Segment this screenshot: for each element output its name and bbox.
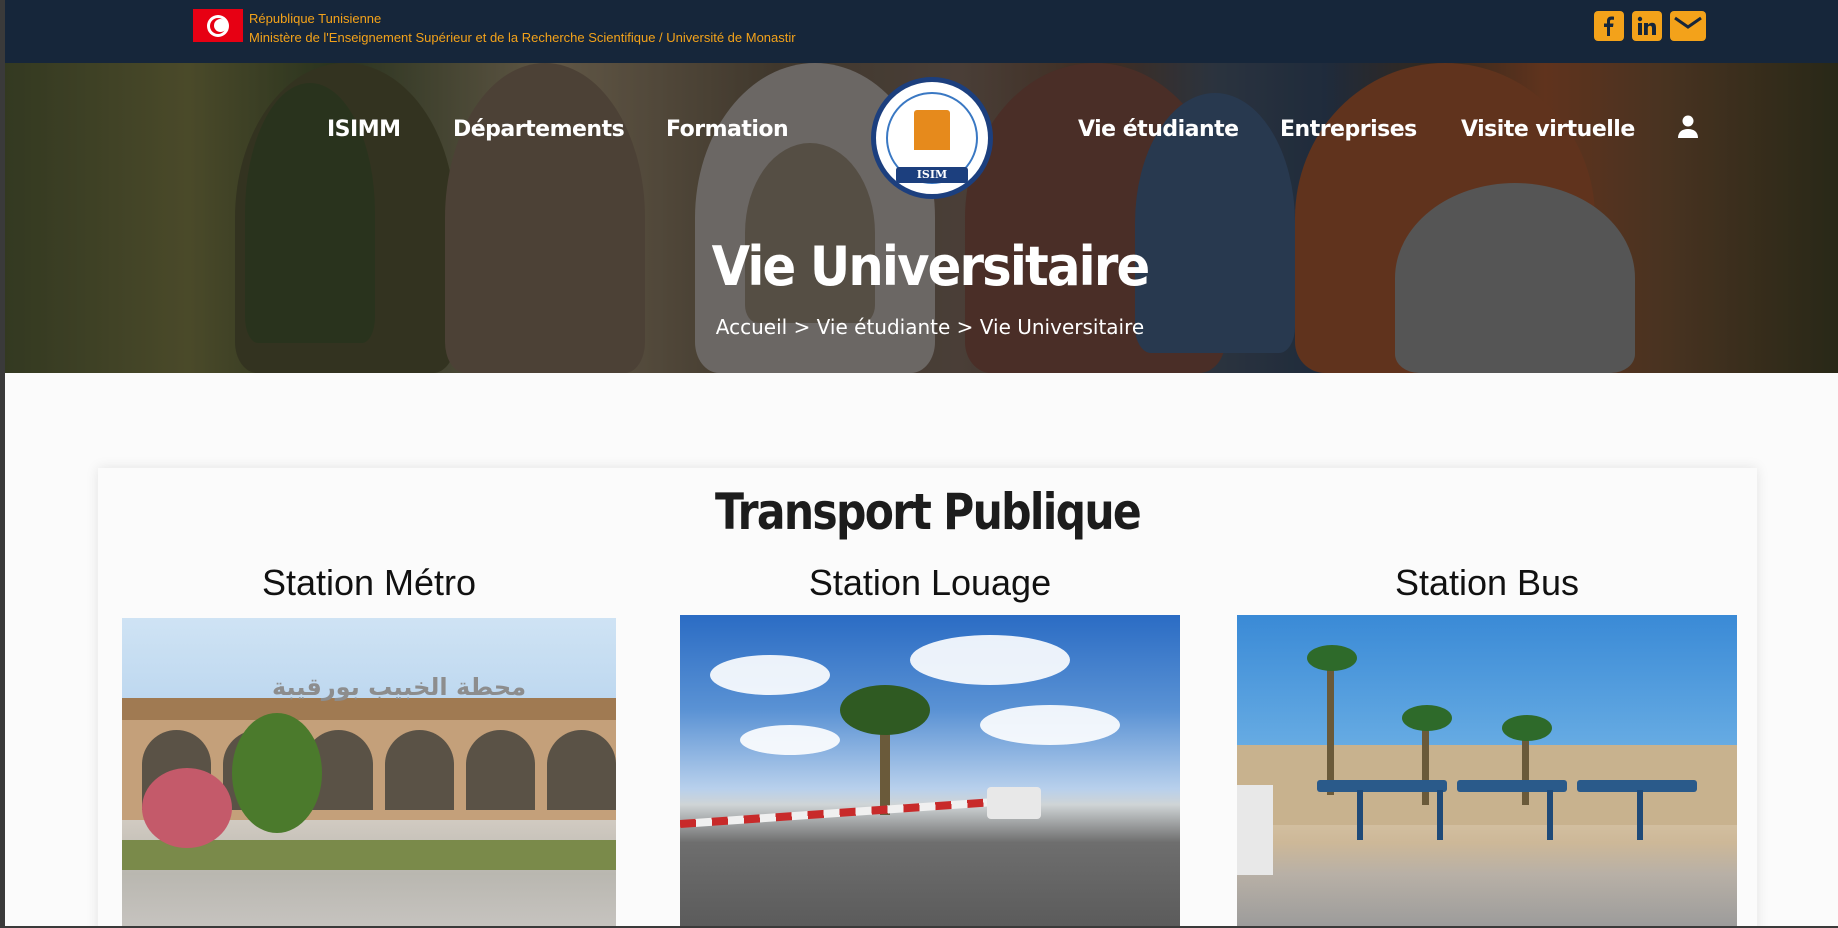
- metro-station-sign: محطة الخبيب بورقيبة: [272, 673, 527, 701]
- nav-isimm[interactable]: ISIMM: [327, 117, 401, 142]
- linkedin-icon[interactable]: [1632, 11, 1662, 41]
- logo-text: ISIM: [896, 167, 968, 183]
- breadcrumb: Accueil > Vie étudiante > Vie Universita…: [715, 315, 1145, 339]
- tunisia-flag-icon: [193, 9, 243, 42]
- station-metro-image: محطة الخبيب بورقيبة: [122, 618, 616, 926]
- nav-entreprises[interactable]: Entreprises: [1280, 117, 1417, 142]
- government-info: République Tunisienne Ministère de l'Ens…: [249, 9, 796, 47]
- ministry-name: Ministère de l'Enseignement Supérieur et…: [249, 30, 796, 45]
- hero-banner: ISIMM Départements Formation Vie étudian…: [5, 63, 1838, 373]
- station-louage-title: Station Louage: [808, 562, 1052, 603]
- country-name: République Tunisienne: [249, 11, 382, 26]
- nav-departements[interactable]: Départements: [453, 117, 625, 142]
- email-icon[interactable]: [1670, 11, 1706, 41]
- station-metro-title: Station Métro: [261, 562, 477, 603]
- page-title: Vie Universitaire: [711, 235, 1151, 298]
- social-links: [1594, 11, 1706, 41]
- transport-card: Transport Publique Station Métro Station…: [98, 468, 1757, 926]
- facebook-icon[interactable]: [1594, 11, 1624, 41]
- section-title: Transport Publique: [714, 483, 1142, 541]
- nav-visite-virtuelle[interactable]: Visite virtuelle: [1461, 117, 1635, 142]
- station-louage-image: [680, 615, 1180, 926]
- browser-viewport: République Tunisienne Ministère de l'Ens…: [5, 0, 1838, 926]
- isim-logo[interactable]: ISIM: [871, 77, 993, 199]
- station-bus-image: [1237, 615, 1737, 926]
- top-bar: République Tunisienne Ministère de l'Ens…: [5, 0, 1838, 63]
- station-bus-title: Station Bus: [1394, 562, 1580, 603]
- nav-vie-etudiante[interactable]: Vie étudiante: [1078, 117, 1239, 142]
- user-icon[interactable]: [1677, 115, 1699, 144]
- nav-formation[interactable]: Formation: [666, 117, 789, 142]
